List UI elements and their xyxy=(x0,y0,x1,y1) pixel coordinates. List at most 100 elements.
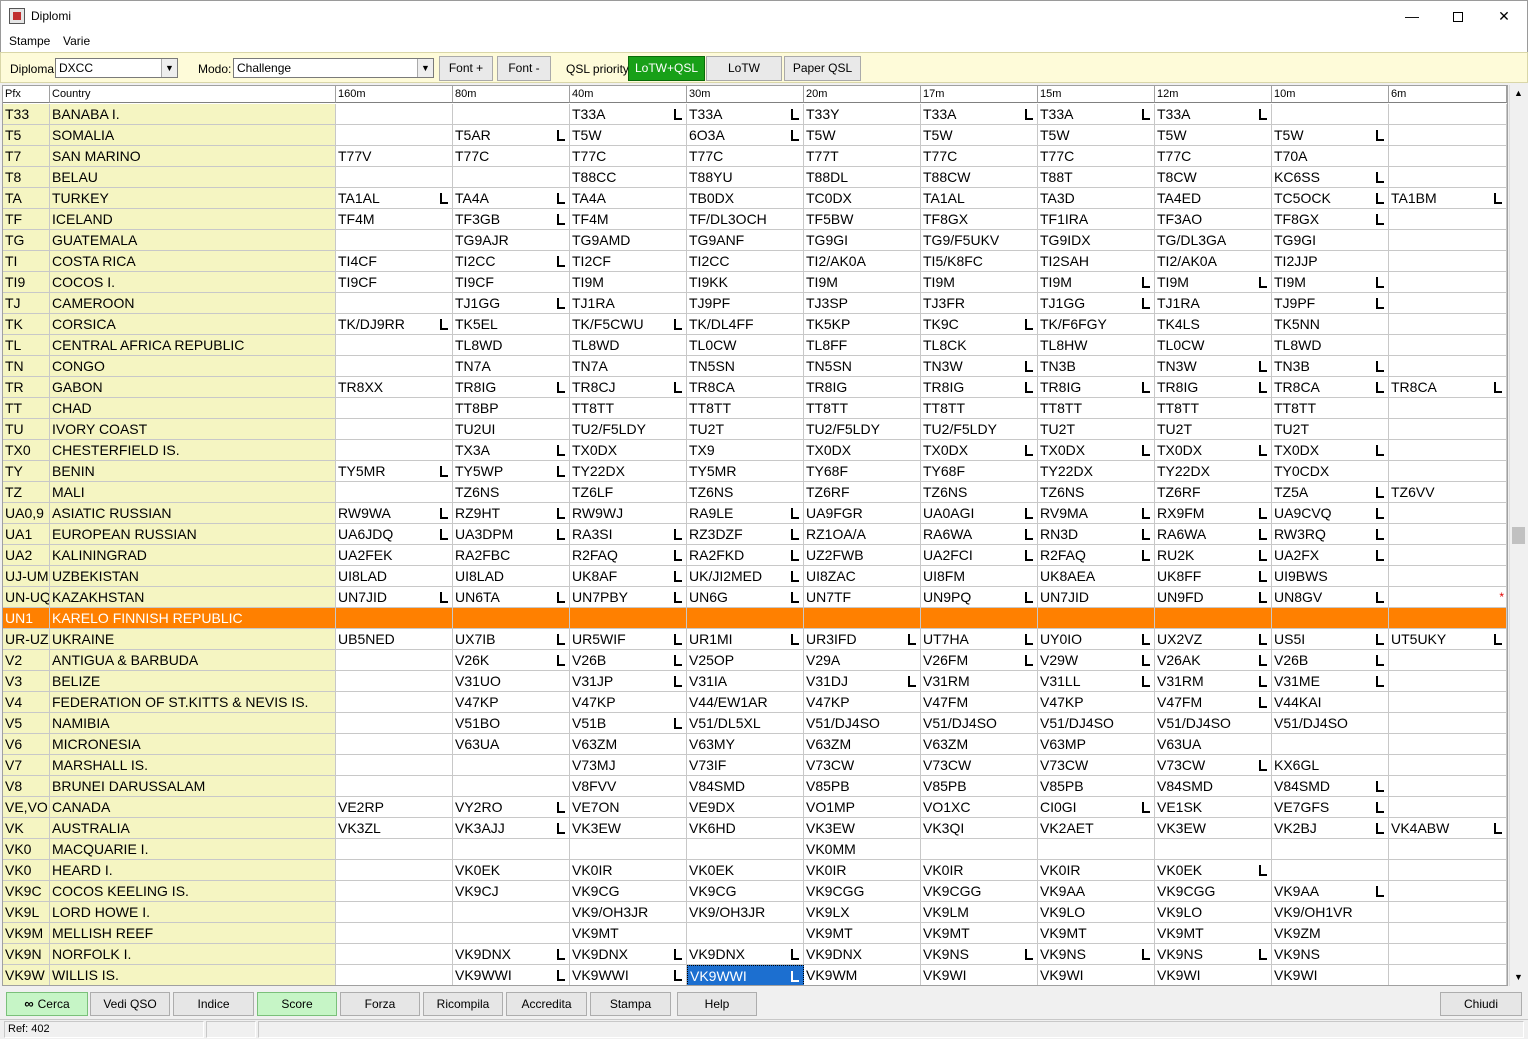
font-minus-button[interactable]: Font - xyxy=(497,56,551,81)
band-cell[interactable]: TU2/F5LDY xyxy=(804,419,921,440)
menu-varie[interactable]: Varie xyxy=(63,34,90,48)
band-cell[interactable]: TY68F xyxy=(921,461,1038,482)
band-cell[interactable]: VK9CJ xyxy=(453,881,570,902)
band-cell[interactable] xyxy=(1389,146,1507,167)
prefix-cell[interactable]: TI9 xyxy=(3,272,50,293)
band-cell[interactable] xyxy=(570,608,687,629)
table-row[interactable]: TA TURKEY TA1AL TA4A TA4A TB0DX TC0DX TA1AL TA3D… xyxy=(3,188,1507,209)
band-cell[interactable]: VO1XC xyxy=(921,797,1038,818)
band-cell[interactable]: TF8GX xyxy=(1272,209,1389,230)
country-cell[interactable]: COSTA RICA xyxy=(50,251,336,272)
diploma-select[interactable]: DXCC ▼ xyxy=(55,58,178,78)
band-cell[interactable] xyxy=(1389,503,1507,524)
table-row[interactable]: VK0 HEARD I. VK0EK VK0IR VK0EK VK0IR VK0IR VK0I… xyxy=(3,860,1507,881)
band-cell[interactable]: UN9PQ xyxy=(921,587,1038,608)
band-cell[interactable]: V25OP xyxy=(687,650,804,671)
scroll-thumb[interactable] xyxy=(1512,527,1525,544)
band-cell[interactable]: V47KP xyxy=(570,692,687,713)
table-row[interactable]: TY BENIN TY5MR TY5WP TY22DX TY5MR TY68F TY68F TY… xyxy=(3,461,1507,482)
band-cell[interactable]: TJ3SP xyxy=(804,293,921,314)
band-cell[interactable]: VE7GFS xyxy=(1272,797,1389,818)
column-header[interactable]: 80m xyxy=(453,86,570,103)
band-cell[interactable]: TY68F xyxy=(804,461,921,482)
country-cell[interactable]: ICELAND xyxy=(50,209,336,230)
awards-grid[interactable]: Pfx Country 160m 80m 40m 30m 20m 17m 15m 12m 10m 6m… xyxy=(2,85,1508,986)
band-cell[interactable] xyxy=(1272,734,1389,755)
band-cell[interactable]: TL8CK xyxy=(921,335,1038,356)
band-cell[interactable]: VK9DNX xyxy=(453,944,570,965)
table-row[interactable]: V6 MICRONESIA V63UA V63ZM V63MY V63ZM V63ZM V63… xyxy=(3,734,1507,755)
band-cell[interactable] xyxy=(1389,902,1507,923)
band-cell[interactable]: V31JP xyxy=(570,671,687,692)
band-cell[interactable]: V51/DL5XL xyxy=(687,713,804,734)
table-row[interactable]: TX0 CHESTERFIELD IS. TX3A TX0DX TX9 TX0DX TX0D… xyxy=(3,440,1507,461)
column-header[interactable]: Country xyxy=(50,86,336,103)
band-cell[interactable]: RA6WA xyxy=(1155,524,1272,545)
band-cell[interactable]: T33Y xyxy=(804,104,921,125)
country-cell[interactable]: MARSHALL IS. xyxy=(50,755,336,776)
band-cell[interactable] xyxy=(1038,608,1155,629)
table-row[interactable]: VK9W WILLIS IS. VK9WWI VK9WWI VK9WWI VK9WM VK9… xyxy=(3,965,1507,985)
band-cell[interactable]: TJ1GG xyxy=(1038,293,1155,314)
band-cell[interactable]: UI8LAD xyxy=(453,566,570,587)
band-cell[interactable]: T33A xyxy=(1155,104,1272,125)
band-cell[interactable] xyxy=(336,776,453,797)
band-cell[interactable]: US5I xyxy=(1272,629,1389,650)
band-cell[interactable] xyxy=(921,608,1038,629)
band-cell[interactable]: VK0IR xyxy=(570,860,687,881)
band-cell[interactable]: TG9AJR xyxy=(453,230,570,251)
band-cell[interactable]: VK9LX xyxy=(804,902,921,923)
band-cell[interactable]: TF4M xyxy=(570,209,687,230)
band-cell[interactable]: T77C xyxy=(687,146,804,167)
band-cell[interactable]: VK0IR xyxy=(1038,860,1155,881)
country-cell[interactable]: KAZAKHSTAN xyxy=(50,587,336,608)
band-cell[interactable] xyxy=(1389,566,1507,587)
band-cell[interactable] xyxy=(336,335,453,356)
band-cell[interactable] xyxy=(1389,167,1507,188)
band-cell[interactable] xyxy=(453,104,570,125)
band-cell[interactable]: TL0CW xyxy=(1155,335,1272,356)
prefix-cell[interactable]: VK9C xyxy=(3,881,50,902)
band-cell[interactable] xyxy=(336,881,453,902)
band-cell[interactable] xyxy=(1272,860,1389,881)
band-cell[interactable] xyxy=(1389,692,1507,713)
band-cell[interactable]: T33A xyxy=(687,104,804,125)
band-cell[interactable]: TZ6RF xyxy=(804,482,921,503)
prefix-cell[interactable]: UA1 xyxy=(3,524,50,545)
band-cell[interactable]: TU2T xyxy=(1272,419,1389,440)
table-row[interactable]: UA0,9 ASIATIC RUSSIAN RW9WA RZ9HT RW9WJ RA9LE… xyxy=(3,503,1507,524)
stampa-button[interactable]: Stampa xyxy=(590,992,671,1016)
menu-stampe[interactable]: Stampe xyxy=(9,34,50,48)
band-cell[interactable]: TL8HW xyxy=(1038,335,1155,356)
band-cell[interactable]: TI9KK xyxy=(687,272,804,293)
table-row[interactable]: V7 MARSHALL IS. V73MJ V73IF V73CW V73CW V73CW V… xyxy=(3,755,1507,776)
band-cell[interactable] xyxy=(1389,398,1507,419)
band-cell[interactable]: T77C xyxy=(1038,146,1155,167)
prefix-cell[interactable]: TI xyxy=(3,251,50,272)
band-cell[interactable]: VK9DNX xyxy=(687,944,804,965)
band-cell[interactable] xyxy=(1272,608,1389,629)
band-cell[interactable]: UK/JI2MED xyxy=(687,566,804,587)
band-cell[interactable]: TI9CF xyxy=(336,272,453,293)
band-cell[interactable]: V29W xyxy=(1038,650,1155,671)
table-row[interactable]: TZ MALI TZ6NS TZ6LF TZ6NS TZ6RF TZ6NS TZ6NS TZ6R… xyxy=(3,482,1507,503)
band-cell[interactable]: V51/DJ4SO xyxy=(804,713,921,734)
band-cell[interactable] xyxy=(336,923,453,944)
prefix-cell[interactable]: TT xyxy=(3,398,50,419)
country-cell[interactable]: SOMALIA xyxy=(50,125,336,146)
column-header[interactable]: 15m xyxy=(1038,86,1155,103)
band-cell[interactable]: TY22DX xyxy=(1155,461,1272,482)
band-cell[interactable]: TJ9PF xyxy=(687,293,804,314)
band-cell[interactable]: VK0EK xyxy=(453,860,570,881)
band-cell[interactable]: TZ6NS xyxy=(687,482,804,503)
band-cell[interactable]: TK/DJ9RR xyxy=(336,314,453,335)
band-cell[interactable]: TJ9PF xyxy=(1272,293,1389,314)
band-cell[interactable]: T33A xyxy=(1038,104,1155,125)
country-cell[interactable]: ASIATIC RUSSIAN xyxy=(50,503,336,524)
band-cell[interactable]: TX3A xyxy=(453,440,570,461)
table-row[interactable]: T5 SOMALIA T5AR T5W 6O3A T5W T5W T5W T5W T5W xyxy=(3,125,1507,146)
band-cell[interactable]: V63UA xyxy=(1155,734,1272,755)
band-cell[interactable]: TT8TT xyxy=(1272,398,1389,419)
band-cell[interactable]: TZ6LF xyxy=(570,482,687,503)
band-cell[interactable]: TX0DX xyxy=(804,440,921,461)
